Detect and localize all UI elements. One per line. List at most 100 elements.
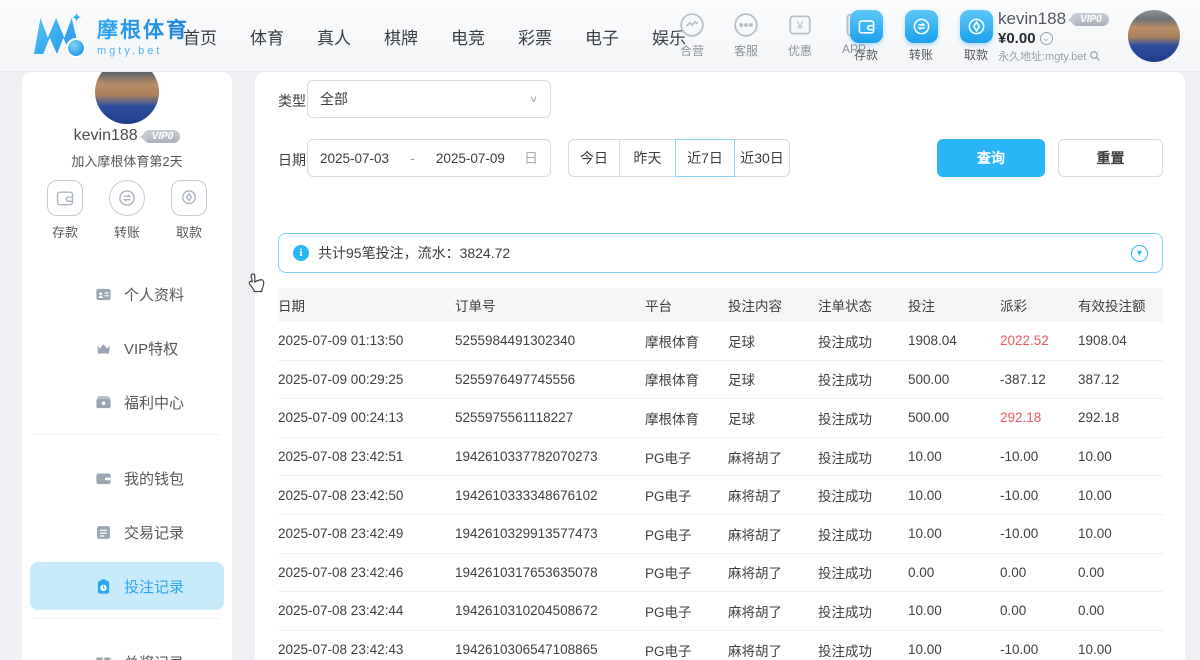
main-nav: 首页 体育 真人 棋牌 电竞 彩票 电子 娱乐 — [183, 0, 686, 72]
main-content: 类型: 全部 ∨ 日期: 2025-07-03 - 2025-07-09 日 今… — [255, 72, 1185, 660]
sidebar-join-text: 加入摩根体育第2天 — [22, 151, 232, 170]
query-button[interactable]: 查询 — [937, 139, 1045, 177]
cell-status: 投注成功 — [818, 524, 908, 544]
table-row: 2025-07-09 01:13:505255984491302340摩根体育足… — [278, 322, 1163, 361]
customer-service-button[interactable]: 客服 — [726, 11, 766, 59]
nav-link-sports[interactable]: 体育 — [250, 24, 284, 49]
permanent-address: 永久地址:mgty.bet — [998, 48, 1086, 64]
cell-platform: PG电子 — [645, 447, 728, 467]
sidebar-item-redeem[interactable]: 兑奖记录 — [30, 638, 224, 660]
col-status: 注单状态 — [818, 295, 908, 315]
range-today-button[interactable]: 今日 — [568, 139, 620, 177]
cell-order: 1942610329913577473 — [455, 526, 645, 541]
logo-subtitle: mgty.bet — [97, 45, 189, 57]
date-start: 2025-07-03 — [320, 151, 389, 166]
withdraw-icon — [171, 180, 207, 216]
cell-status: 投注成功 — [818, 408, 908, 428]
top-navbar: ✦ 摩根体育 mgty.bet 首页 体育 真人 棋牌 电竞 彩票 电子 娱乐 … — [0, 0, 1200, 72]
cell-platform: PG电子 — [645, 562, 728, 582]
username[interactable]: kevin188 — [998, 9, 1066, 29]
site-logo[interactable]: ✦ 摩根体育 mgty.bet — [34, 10, 189, 60]
chevron-down-icon: ∨ — [529, 93, 538, 104]
menu-label: 交易记录 — [124, 522, 184, 543]
cell-bet: 10.00 — [908, 642, 1000, 657]
cell-content: 麻将胡了 — [728, 640, 818, 660]
cell-valid: 292.18 — [1078, 410, 1163, 425]
user-avatar[interactable] — [1128, 10, 1180, 62]
cell-content: 足球 — [728, 408, 818, 428]
cell-order: 1942610310204508672 — [455, 603, 645, 618]
cell-order: 1942610333348676102 — [455, 488, 645, 503]
cell-date: 2025-07-08 23:42:43 — [278, 642, 455, 657]
summary-text: 共计95笔投注，流水：3824.72 — [318, 243, 510, 263]
cell-payout: -10.00 — [1000, 642, 1078, 657]
date-filter-label: 日期: — [278, 150, 310, 170]
date-range-picker[interactable]: 2025-07-03 - 2025-07-09 日 — [307, 139, 551, 177]
refresh-balance-icon[interactable]: ⌄ — [1040, 32, 1053, 45]
sidebar-item-wallet[interactable]: 我的钱包 — [30, 454, 224, 502]
nav-link-lottery[interactable]: 彩票 — [518, 24, 552, 49]
table-body: 2025-07-09 01:13:505255984491302340摩根体育足… — [278, 322, 1163, 660]
transfer-icon — [109, 180, 145, 216]
sidebar-avatar[interactable] — [95, 72, 159, 124]
cell-order: 5255975561118227 — [455, 410, 645, 425]
promo-icon: ¥ — [786, 11, 814, 39]
sidebar-item-profile[interactable]: 个人资料 — [30, 270, 224, 318]
col-platform: 平台 — [645, 295, 728, 315]
type-select[interactable]: 全部 ∨ — [307, 80, 551, 118]
nav-link-cards[interactable]: 棋牌 — [384, 24, 418, 49]
nav-link-live[interactable]: 真人 — [317, 24, 351, 49]
cell-bet: 0.00 — [908, 565, 1000, 580]
menu-label: 兑奖记录 — [124, 652, 184, 660]
benefits-icon — [94, 393, 112, 411]
vip-crown-icon — [94, 339, 112, 357]
range-7days-button[interactable]: 近7日 — [675, 139, 735, 177]
sidebar-vip-badge: VIP0 — [143, 130, 181, 143]
sidebar-actions: 存款 转账 取款 — [22, 180, 232, 241]
cell-bet: 500.00 — [908, 372, 1000, 387]
withdraw-button[interactable]: 取款 — [956, 10, 996, 63]
sidebar-menu: 个人资料 VIP特权 福利中心 我的钱包 交易记录 投注记录 兑奖记录 — [22, 264, 232, 660]
sidebar-withdraw-button[interactable]: 取款 — [168, 180, 210, 241]
table-row: 2025-07-08 23:42:491942610329913577473PG… — [278, 515, 1163, 554]
cell-valid: 10.00 — [1078, 449, 1163, 464]
table-row: 2025-07-08 23:42:511942610337782070273PG… — [278, 438, 1163, 477]
cell-order: 5255984491302340 — [455, 333, 645, 348]
nav-link-home[interactable]: 首页 — [183, 24, 217, 49]
sidebar-item-benefits[interactable]: 福利中心 — [30, 378, 224, 426]
range-yesterday-button[interactable]: 昨天 — [619, 139, 676, 177]
magnifier-icon[interactable] — [1089, 50, 1101, 62]
sidebar-item-bet-records[interactable]: 投注记录 — [30, 562, 224, 610]
redeem-icon — [94, 653, 112, 660]
transfer-button[interactable]: 转账 — [901, 10, 941, 63]
deposit-button[interactable]: 存款 — [846, 10, 886, 63]
type-filter-label: 类型: — [278, 91, 310, 111]
promo-button[interactable]: ¥ 优惠 — [780, 11, 820, 59]
reset-button[interactable]: 重置 — [1058, 139, 1163, 177]
cell-platform: 摩根体育 — [645, 408, 728, 428]
cell-date: 2025-07-08 23:42:44 — [278, 603, 455, 618]
sidebar-item-transactions[interactable]: 交易记录 — [30, 508, 224, 556]
cell-status: 投注成功 — [818, 485, 908, 505]
cell-content: 麻将胡了 — [728, 601, 818, 621]
bet-records-icon — [94, 577, 112, 595]
cell-platform: PG电子 — [645, 524, 728, 544]
sidebar-transfer-button[interactable]: 转账 — [106, 180, 148, 241]
cell-order: 5255976497745556 — [455, 372, 645, 387]
range-30days-button[interactable]: 近30日 — [734, 139, 790, 177]
col-content: 投注内容 — [728, 295, 818, 315]
sidebar-deposit-button[interactable]: 存款 — [44, 180, 86, 241]
cell-date: 2025-07-08 23:42:49 — [278, 526, 455, 541]
info-icon: i — [293, 245, 309, 261]
date-separator: - — [408, 151, 417, 166]
nav-link-slots[interactable]: 电子 — [585, 24, 619, 49]
expand-summary-icon[interactable]: ▾ — [1131, 245, 1148, 262]
transactions-icon — [94, 523, 112, 541]
affiliate-button[interactable]: 合营 — [672, 11, 712, 59]
quick-range-group: 今日 昨天 近7日 近30日 — [568, 139, 790, 177]
bet-records-table: 日期 订单号 平台 投注内容 注单状态 投注 派彩 有效投注额 2025-07-… — [278, 288, 1163, 660]
cell-valid: 0.00 — [1078, 603, 1163, 618]
nav-link-esports[interactable]: 电竞 — [451, 24, 485, 49]
sidebar-item-vip[interactable]: VIP特权 — [30, 324, 224, 372]
vip-badge: VIP0 — [1071, 13, 1109, 26]
